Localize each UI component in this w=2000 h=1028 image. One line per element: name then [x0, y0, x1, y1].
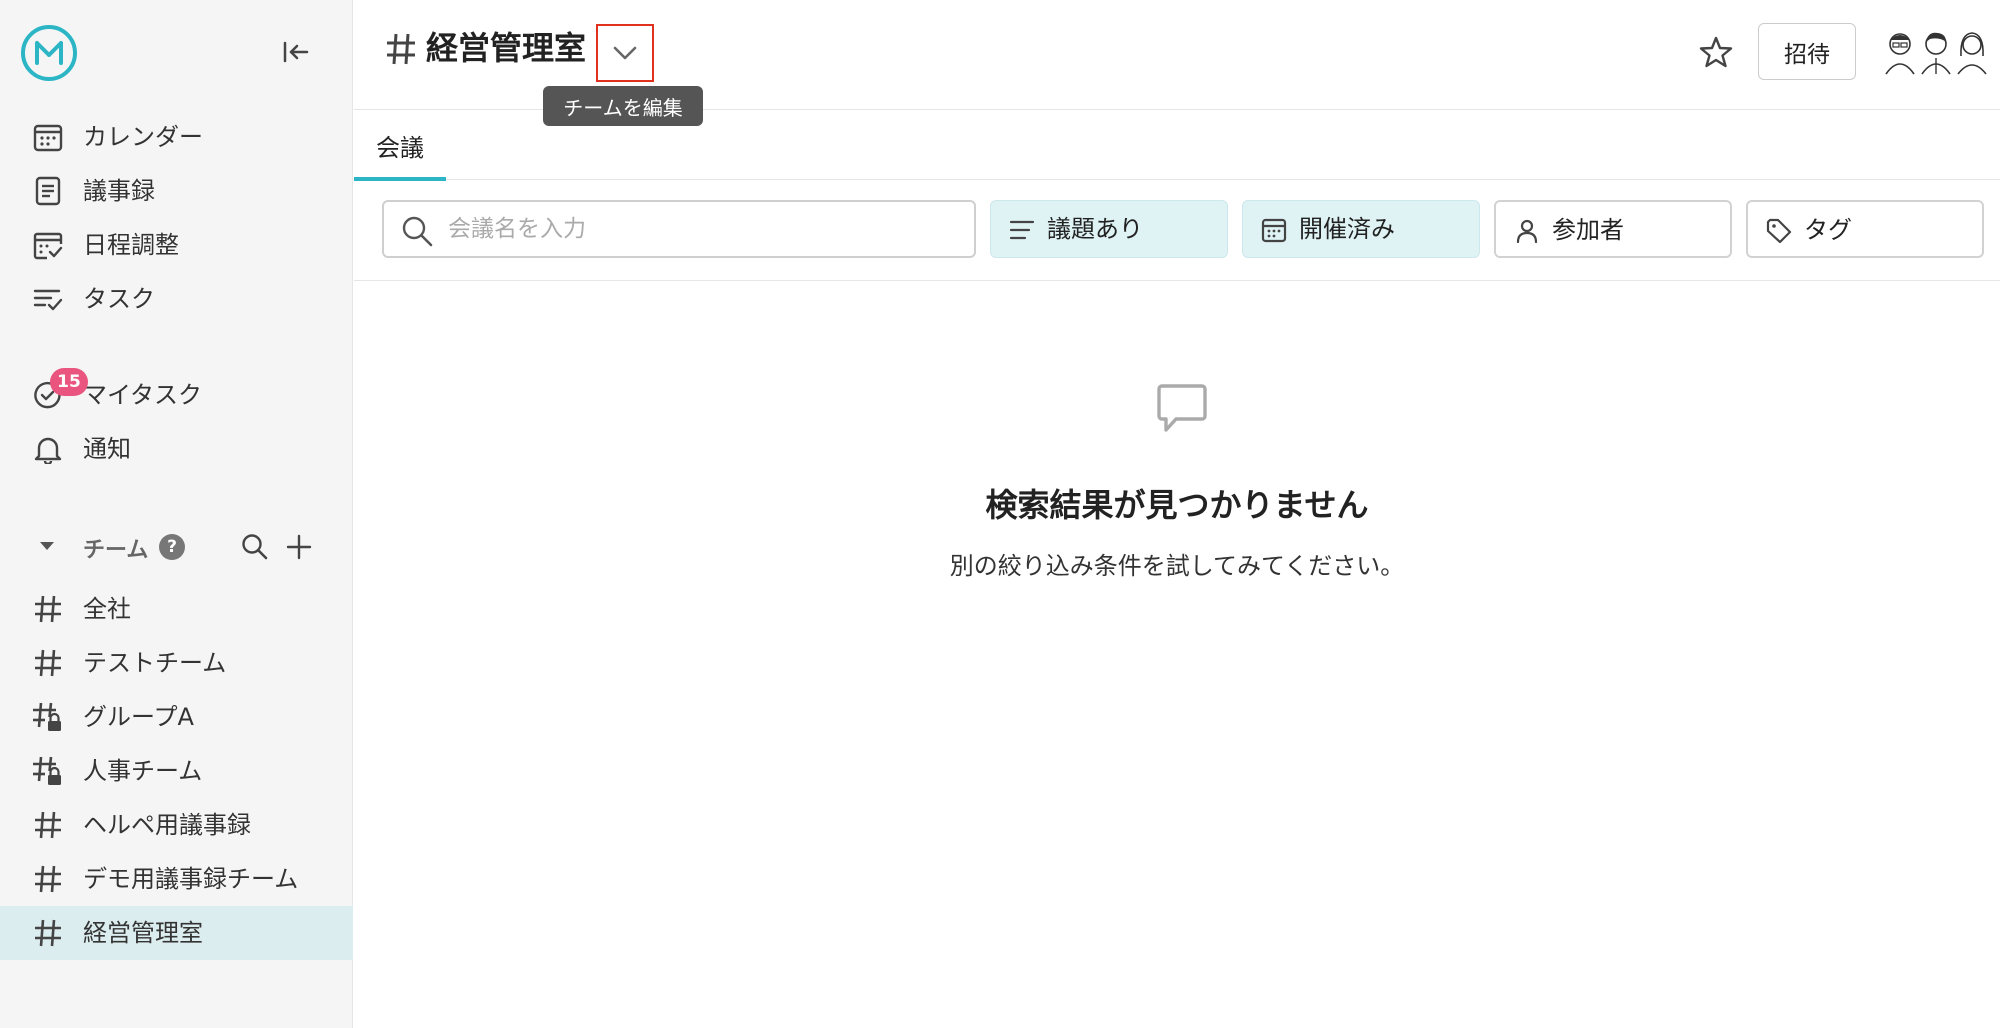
- document-icon: [32, 175, 64, 207]
- tab-label: 会議: [376, 133, 424, 162]
- team-section-header: チーム ?: [0, 524, 353, 568]
- team-label: 経営管理室: [83, 919, 203, 947]
- calendar-icon: [1261, 218, 1287, 243]
- filter-tags[interactable]: タグ: [1746, 200, 1984, 258]
- meeting-search-box[interactable]: [382, 200, 976, 258]
- hash-icon: [32, 863, 64, 895]
- star-icon: [1699, 36, 1733, 68]
- team-menu-dropdown-button[interactable]: [596, 24, 654, 82]
- filter-label: 参加者: [1552, 216, 1624, 244]
- chevron-down-icon: [613, 46, 637, 60]
- filter-has-agenda[interactable]: 議題あり: [990, 200, 1228, 258]
- hash-icon: [32, 809, 64, 841]
- nav-label: カレンダー: [83, 123, 203, 151]
- avatar: [1957, 32, 1987, 75]
- meeting-search-input[interactable]: [448, 210, 958, 248]
- hash-icon: [32, 647, 64, 679]
- nav-notifications[interactable]: 通知: [0, 422, 353, 476]
- filter-bar: 議題あり 開催済み 参加者 タグ: [354, 181, 2000, 281]
- caret-down-icon[interactable]: [38, 538, 56, 554]
- hash-lock-icon: [32, 701, 64, 733]
- hash-icon: [32, 917, 64, 949]
- team-label: ヘルペ用議事録: [83, 811, 251, 839]
- invite-button[interactable]: 招待: [1758, 23, 1856, 80]
- team-label: デモ用議事録チーム: [83, 865, 299, 893]
- speech-bubble-icon: [1157, 384, 1207, 432]
- avatar: [1921, 32, 1951, 75]
- nav-label: タスク: [83, 285, 155, 313]
- filter-label: 議題あり: [1047, 215, 1143, 243]
- team-item-help-minutes[interactable]: ヘルペ用議事録: [0, 798, 353, 852]
- favorite-star-button[interactable]: [1696, 32, 1736, 72]
- team-label: テストチーム: [83, 649, 227, 677]
- hash-lock-icon: [32, 755, 64, 787]
- page-title: 経営管理室: [426, 29, 587, 67]
- team-item-group-a[interactable]: グループA: [0, 690, 353, 744]
- filter-label: タグ: [1804, 216, 1852, 244]
- member-avatars[interactable]: [1882, 28, 1992, 76]
- person-icon: [1516, 219, 1538, 244]
- schedule-check-icon: [32, 229, 64, 261]
- lines-icon: [1009, 220, 1035, 240]
- sidebar: カレンダー 議事録 日程調整 タスク マイタスク 15 通知 チーム ? 全社 …: [0, 0, 353, 1028]
- team-item-test[interactable]: テストチーム: [0, 636, 353, 690]
- calendar-icon: [32, 121, 64, 153]
- team-search-icon[interactable]: [240, 532, 270, 562]
- bell-icon: [32, 433, 64, 465]
- nav-tasks[interactable]: タスク: [0, 272, 353, 326]
- filter-label: 開催済み: [1299, 215, 1395, 243]
- empty-state-subtitle: 別の絞り込み条件を試してみてください。: [949, 552, 1405, 580]
- app-logo[interactable]: [20, 24, 78, 82]
- task-list-icon: [32, 283, 64, 315]
- team-item-management-office[interactable]: 経営管理室: [0, 906, 353, 960]
- tab-meetings[interactable]: 会議: [354, 110, 446, 181]
- nav-scheduling[interactable]: 日程調整: [0, 218, 353, 272]
- nav-calendar[interactable]: カレンダー: [0, 110, 353, 164]
- page-header: 経営管理室 チームを編集 招待: [354, 0, 2000, 126]
- tag-icon: [1766, 218, 1792, 244]
- edit-team-tooltip: チームを編集: [543, 86, 703, 126]
- empty-state-title: 検索結果が見つかりません: [985, 486, 1369, 524]
- hash-icon: [387, 33, 415, 65]
- team-item-all-company[interactable]: 全社: [0, 582, 353, 636]
- team-section-label: チーム: [83, 538, 149, 563]
- avatar: [1885, 33, 1915, 75]
- team-label: 全社: [83, 595, 131, 623]
- filter-held[interactable]: 開催済み: [1242, 200, 1480, 258]
- my-tasks-count-badge: 15: [50, 368, 88, 396]
- nav-label: 日程調整: [83, 231, 179, 259]
- team-label: 人事チーム: [83, 757, 203, 785]
- team-item-demo-minutes[interactable]: デモ用議事録チーム: [0, 852, 353, 906]
- collapse-sidebar-button[interactable]: [280, 36, 312, 68]
- help-icon[interactable]: ?: [159, 534, 185, 560]
- collapse-left-icon: [283, 41, 309, 63]
- nav-minutes[interactable]: 議事録: [0, 164, 353, 218]
- hash-icon: [32, 593, 64, 625]
- nav-label: マイタスク: [83, 381, 203, 409]
- nav-label: 通知: [83, 435, 131, 463]
- team-label: グループA: [83, 703, 194, 731]
- search-icon: [402, 216, 433, 247]
- team-add-icon[interactable]: [284, 532, 314, 562]
- nav-label: 議事録: [83, 177, 155, 205]
- team-item-hr[interactable]: 人事チーム: [0, 744, 353, 798]
- filter-participants[interactable]: 参加者: [1494, 200, 1732, 258]
